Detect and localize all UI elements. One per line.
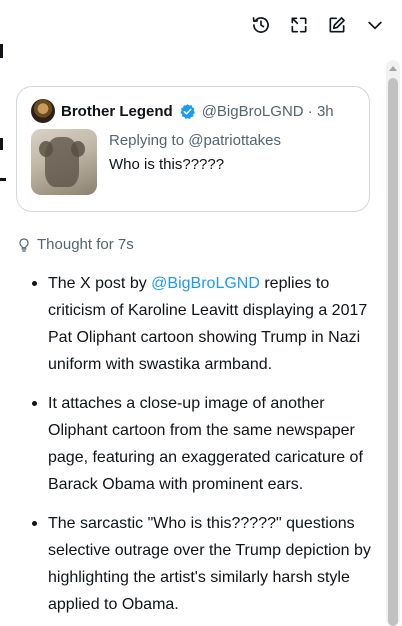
thought-toggle[interactable]: Thought for 7s: [16, 236, 134, 253]
expand-button[interactable]: [288, 14, 310, 36]
author-name[interactable]: Brother Legend: [61, 103, 173, 120]
cartoon-shape: [45, 137, 79, 187]
collapse-button[interactable]: [364, 14, 386, 36]
author-handle-time[interactable]: @BigBroLGND · 3h: [202, 103, 334, 120]
background-text-fragment: [0, 44, 3, 58]
background-text-fragment: [0, 138, 3, 150]
bullet-text: It attaches a close-up image of another …: [48, 395, 363, 493]
thought-label: Thought for 7s: [37, 236, 134, 253]
new-chat-button[interactable]: [326, 14, 348, 36]
answer-list: The X post by @BigBroLGND replies to cri…: [32, 270, 372, 626]
answer-bullet: The sarcastic "Who is this?????" questio…: [32, 510, 372, 618]
bullet-text: The sarcastic "Who is this?????" questio…: [48, 515, 371, 613]
lightbulb-icon: [19, 237, 29, 252]
background-text-fragment: [0, 178, 6, 181]
replying-to-line: Replying to @patriottakes: [109, 131, 281, 151]
history-icon: [252, 17, 269, 33]
verified-badge-icon: [180, 103, 195, 119]
grok-panel: Brother Legend @BigBroLGND · 3h Replying…: [14, 0, 402, 626]
mention-link[interactable]: @BigBroLGND: [151, 275, 260, 292]
answer-bullet: It attaches a close-up image of another …: [32, 390, 372, 498]
expand-icon: [291, 17, 307, 33]
answer-bullet: The X post by @BigBroLGND replies to cri…: [32, 270, 372, 378]
background-page-edge: [0, 0, 14, 626]
post-text-block: Replying to @patriottakes Who is this???…: [109, 129, 281, 195]
scrollbar[interactable]: [386, 60, 400, 626]
replying-to-prefix: Replying to: [109, 132, 189, 149]
compose-icon: [329, 17, 345, 33]
scroll-up-arrow-icon[interactable]: [389, 66, 397, 71]
replying-to-link[interactable]: @patriottakes: [188, 132, 281, 149]
post-text: Who is this?????: [109, 156, 225, 173]
avatar[interactable]: [31, 99, 55, 123]
scroll-thumb[interactable]: [388, 78, 398, 626]
panel-toolbar: [250, 14, 386, 36]
bullet-text: The X post by: [48, 275, 152, 292]
post-image-thumbnail[interactable]: [31, 129, 97, 195]
chevron-down-icon: [368, 21, 382, 30]
history-button[interactable]: [250, 14, 272, 36]
quoted-post-card[interactable]: Brother Legend @BigBroLGND · 3h Replying…: [16, 86, 370, 212]
post-header: Brother Legend @BigBroLGND · 3h: [31, 99, 355, 123]
post-body: Replying to @patriottakes Who is this???…: [31, 129, 355, 195]
